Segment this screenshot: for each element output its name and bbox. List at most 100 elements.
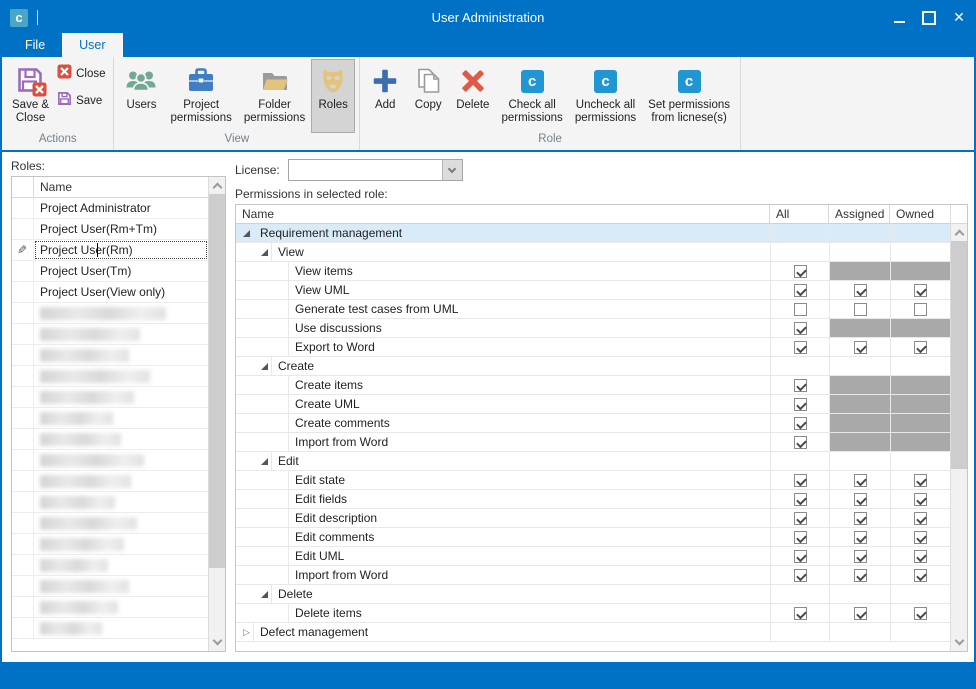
role-row-redacted[interactable] (12, 303, 208, 324)
checkbox-checked[interactable] (914, 341, 927, 354)
permission-row[interactable]: View UML (236, 281, 950, 300)
scroll-down-icon[interactable] (209, 634, 225, 651)
permissions-scrollbar[interactable] (950, 205, 967, 651)
permission-row[interactable]: Create items (236, 376, 950, 395)
checkbox-checked[interactable] (794, 607, 807, 620)
role-row-redacted[interactable] (12, 324, 208, 345)
expand-triangle-icon[interactable] (258, 452, 271, 470)
cell-owned[interactable] (890, 471, 950, 489)
license-value[interactable] (289, 160, 442, 180)
cell-assigned[interactable] (829, 281, 890, 299)
checkbox-checked[interactable] (914, 512, 927, 525)
checkbox-checked[interactable] (794, 512, 807, 525)
checkbox-checked[interactable] (914, 607, 927, 620)
roles-name-column-header[interactable]: Name (34, 177, 208, 197)
checkbox-checked[interactable] (854, 531, 867, 544)
check-all-permissions-button[interactable]: Check all permissions (495, 59, 568, 133)
permission-row[interactable]: View items (236, 262, 950, 281)
cell-assigned[interactable] (829, 547, 890, 565)
set-permissions-from-license-button[interactable]: Set permissions from licnese(s) (642, 59, 736, 133)
checkbox-checked[interactable] (794, 569, 807, 582)
permission-row[interactable]: Edit (236, 452, 950, 471)
permission-row[interactable]: Create (236, 357, 950, 376)
cell-all[interactable] (770, 319, 829, 337)
cell-all[interactable] (770, 547, 829, 565)
role-name-cell[interactable]: Project User(Tm) (34, 261, 208, 281)
copy-button[interactable]: Copy (406, 59, 450, 133)
users-button[interactable]: Users (118, 59, 164, 133)
cell-assigned[interactable] (829, 338, 890, 356)
checkbox-checked[interactable] (794, 265, 807, 278)
role-row-redacted[interactable] (12, 450, 208, 471)
role-row-redacted[interactable] (12, 387, 208, 408)
role-row-redacted[interactable] (12, 492, 208, 513)
permission-row[interactable]: Create UML (236, 395, 950, 414)
cell-assigned[interactable] (829, 509, 890, 527)
checkbox-checked[interactable] (794, 322, 807, 335)
checkbox-checked[interactable] (794, 474, 807, 487)
checkbox-checked[interactable] (914, 284, 927, 297)
cell-assigned[interactable] (829, 471, 890, 489)
cell-all[interactable] (770, 262, 829, 280)
role-row[interactable]: Project User(Rm+Tm) (12, 219, 208, 240)
cell-owned[interactable] (890, 528, 950, 546)
cell-owned[interactable] (890, 566, 950, 584)
tab-file[interactable]: File (8, 33, 62, 57)
permission-row[interactable]: Delete (236, 585, 950, 604)
expand-triangle-icon[interactable] (258, 585, 271, 603)
permission-row[interactable]: Generate test cases from UML (236, 300, 950, 319)
cell-all[interactable] (770, 490, 829, 508)
cell-all[interactable] (770, 566, 829, 584)
checkbox-checked[interactable] (794, 531, 807, 544)
checkbox-unchecked[interactable] (854, 303, 867, 316)
combo-dropdown-button[interactable] (442, 160, 462, 180)
checkbox-checked[interactable] (794, 398, 807, 411)
checkbox-checked[interactable] (914, 474, 927, 487)
cell-assigned[interactable] (829, 528, 890, 546)
cell-all[interactable] (770, 604, 829, 622)
checkbox-checked[interactable] (794, 550, 807, 563)
cell-owned[interactable] (890, 604, 950, 622)
cell-all[interactable] (770, 300, 829, 318)
role-row-redacted[interactable] (12, 408, 208, 429)
roles-scroll-thumb[interactable] (209, 194, 225, 568)
permission-row[interactable]: Edit comments (236, 528, 950, 547)
checkbox-checked[interactable] (914, 531, 927, 544)
role-row-redacted[interactable] (12, 513, 208, 534)
checkbox-checked[interactable] (794, 417, 807, 430)
cell-all[interactable] (770, 281, 829, 299)
permission-row[interactable]: Requirement management (236, 224, 950, 243)
checkbox-checked[interactable] (794, 341, 807, 354)
checkbox-checked[interactable] (854, 607, 867, 620)
cell-assigned[interactable] (829, 604, 890, 622)
cell-all[interactable] (770, 471, 829, 489)
checkbox-unchecked[interactable] (914, 303, 927, 316)
permission-row[interactable]: Edit description (236, 509, 950, 528)
close-window-button[interactable]: ✕ (944, 2, 974, 33)
column-header-owned[interactable]: Owned (890, 205, 950, 223)
checkbox-checked[interactable] (794, 436, 807, 449)
checkbox-checked[interactable] (794, 284, 807, 297)
checkbox-checked[interactable] (854, 284, 867, 297)
permission-row[interactable]: Edit state (236, 471, 950, 490)
roles-scroll-track[interactable] (209, 194, 225, 634)
add-button[interactable]: Add (364, 59, 406, 133)
permissions-scroll-track[interactable] (951, 241, 967, 634)
permission-row[interactable]: Import from Word (236, 433, 950, 452)
checkbox-checked[interactable] (854, 550, 867, 563)
role-name-cell[interactable]: Project Administrator (34, 198, 208, 218)
cell-all[interactable] (770, 528, 829, 546)
expand-triangle-icon[interactable] (258, 357, 271, 375)
role-row-redacted[interactable] (12, 597, 208, 618)
role-row-redacted[interactable] (12, 471, 208, 492)
role-row-redacted[interactable] (12, 534, 208, 555)
checkbox-checked[interactable] (914, 493, 927, 506)
column-header-name[interactable]: Name (236, 205, 770, 223)
cell-all[interactable] (770, 414, 829, 432)
scroll-up-icon[interactable] (951, 224, 967, 241)
checkbox-checked[interactable] (854, 512, 867, 525)
roles-button[interactable]: Roles (311, 59, 355, 133)
scroll-up-icon[interactable] (209, 177, 225, 194)
checkbox-checked[interactable] (854, 474, 867, 487)
save-and-close-button[interactable]: Save & Close (6, 59, 55, 133)
